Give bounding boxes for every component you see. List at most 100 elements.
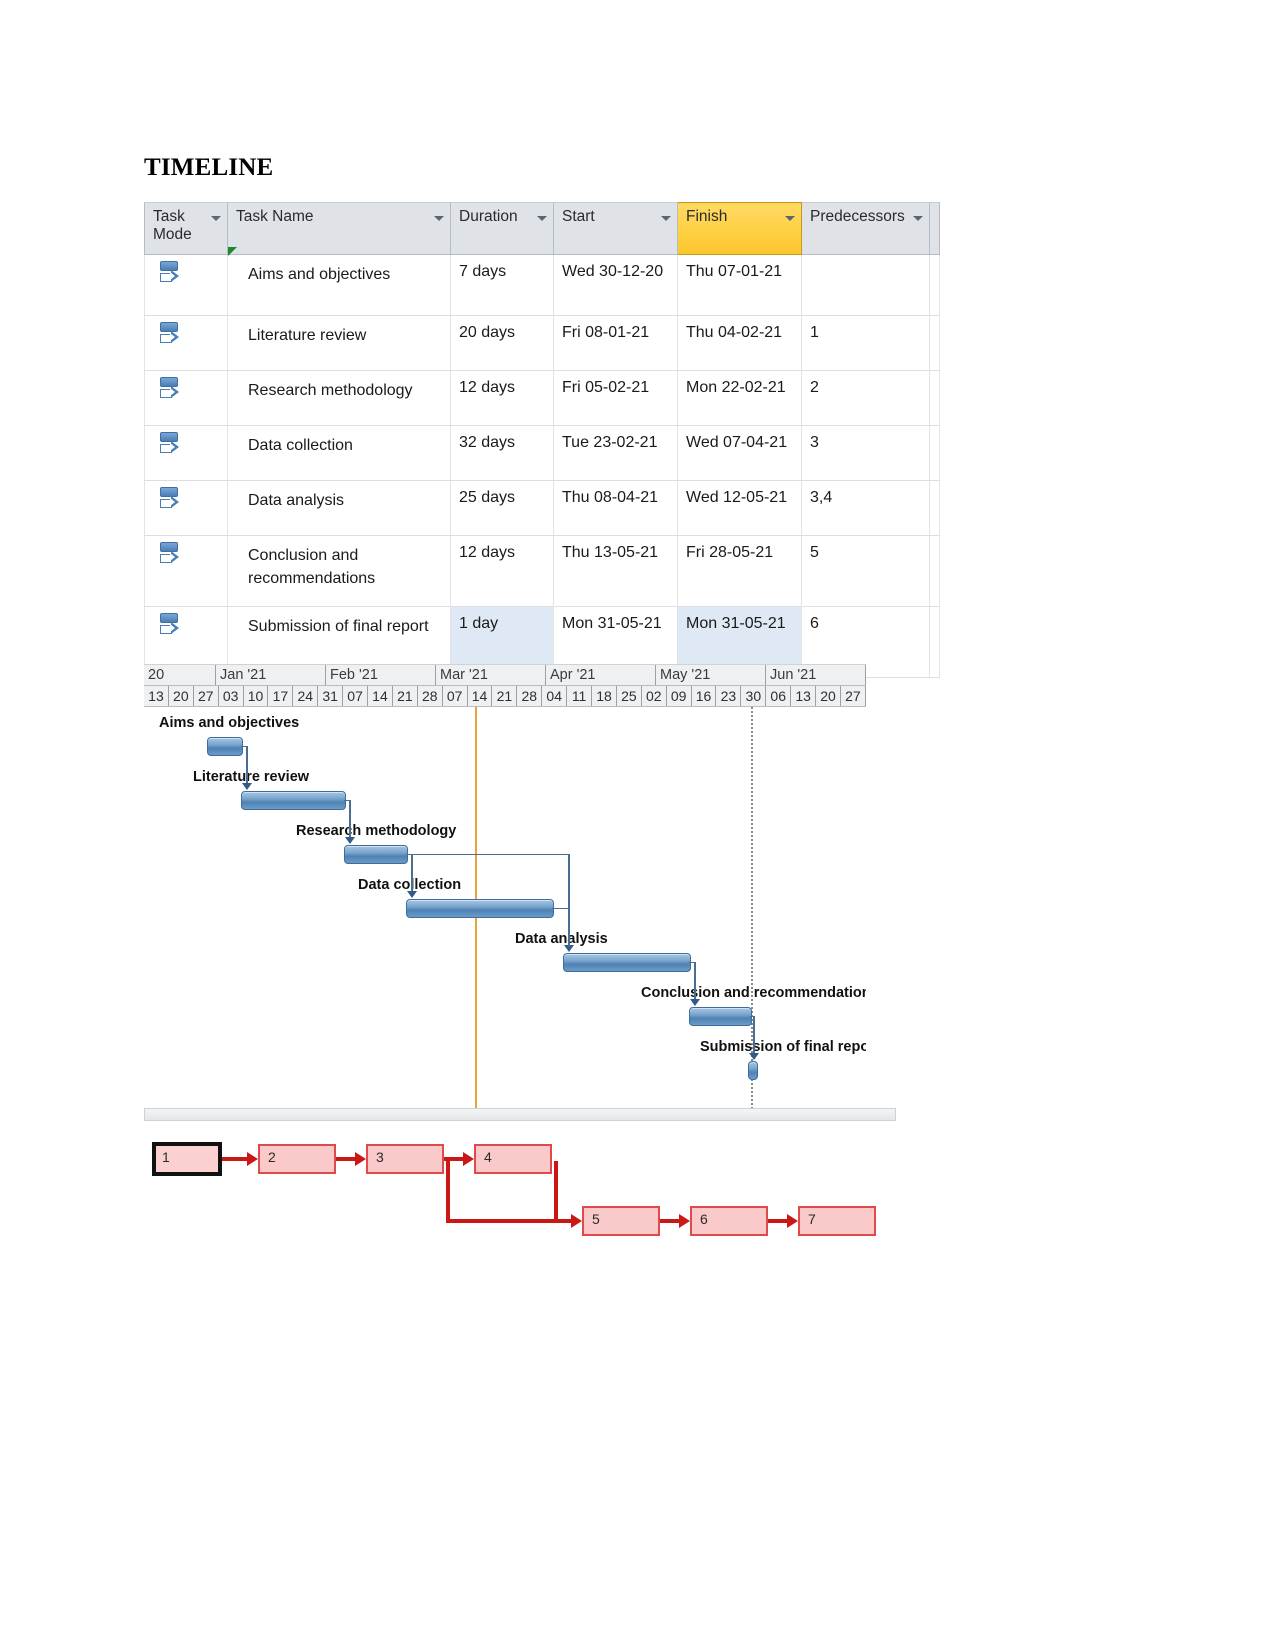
auto-schedule-icon xyxy=(159,377,181,403)
duration-cell[interactable]: 7 days xyxy=(450,254,554,316)
column-header-label: Task Mode xyxy=(153,208,192,243)
auto-schedule-icon xyxy=(159,432,181,458)
start-cell[interactable]: Wed 30-12-20 xyxy=(553,254,678,316)
gantt-bar[interactable] xyxy=(406,899,554,918)
gantt-bar[interactable] xyxy=(241,791,346,810)
task-mode-cell[interactable] xyxy=(144,425,228,481)
gantt-bar[interactable] xyxy=(207,737,243,756)
network-edge-arrow xyxy=(355,1152,366,1166)
timescale-week-27: 20 xyxy=(816,686,841,706)
timescale-week-21: 09 xyxy=(667,686,692,706)
finish-cell[interactable]: Thu 04-02-21 xyxy=(677,315,802,371)
filter-dropdown-icon[interactable] xyxy=(434,216,444,221)
finish-cell[interactable]: Mon 22-02-21 xyxy=(677,370,802,426)
table-row[interactable]: Data analysis 25 days Thu 08-04-21 Wed 1… xyxy=(144,480,940,536)
timescale-week-3: 03 xyxy=(219,686,244,706)
filter-dropdown-icon[interactable] xyxy=(537,216,547,221)
timescale-week-22: 16 xyxy=(692,686,717,706)
network-edge xyxy=(554,1161,558,1219)
finish-cell[interactable]: Thu 07-01-21 xyxy=(677,254,802,316)
gantt-horizontal-scrollbar[interactable] xyxy=(144,1108,896,1121)
task-mode-cell[interactable] xyxy=(144,370,228,426)
task-name-cell[interactable]: Conclusion and recommendations xyxy=(227,535,451,607)
overflow-cell xyxy=(929,425,940,481)
start-cell[interactable]: Fri 08-01-21 xyxy=(553,315,678,371)
task-mode-cell[interactable] xyxy=(144,315,228,371)
predecessors-cell[interactable]: 1 xyxy=(801,315,930,371)
finish-cell[interactable]: Wed 07-04-21 xyxy=(677,425,802,481)
duration-cell[interactable]: 32 days xyxy=(450,425,554,481)
table-row[interactable]: Conclusion and recommendations 12 days T… xyxy=(144,535,940,607)
filter-dropdown-icon[interactable] xyxy=(211,216,221,221)
timescale-week-6: 24 xyxy=(293,686,319,706)
timescale-week-20: 02 xyxy=(642,686,667,706)
table-row[interactable]: Literature review 20 days Fri 08-01-21 T… xyxy=(144,315,940,371)
start-cell[interactable]: Fri 05-02-21 xyxy=(553,370,678,426)
column-header-task-mode[interactable]: Task Mode xyxy=(144,202,228,255)
gantt-bar[interactable] xyxy=(344,845,408,864)
task-name-cell[interactable]: Aims and objectives xyxy=(227,247,451,316)
filter-dropdown-icon[interactable] xyxy=(785,216,795,221)
network-node-4[interactable]: 4 xyxy=(474,1144,552,1174)
predecessors-cell[interactable] xyxy=(801,254,930,316)
table-row[interactable]: Research methodology 12 days Fri 05-02-2… xyxy=(144,370,940,426)
timescale-week-5: 17 xyxy=(268,686,294,706)
finish-cell[interactable]: Fri 28-05-21 xyxy=(677,535,802,607)
timescale-week-0: 13 xyxy=(144,686,169,706)
timescale-week-11: 28 xyxy=(418,686,443,706)
network-node-5[interactable]: 5 xyxy=(582,1206,660,1236)
task-name-cell[interactable]: Literature review xyxy=(227,315,451,371)
timescale-week-8: 07 xyxy=(343,686,369,706)
task-mode-cell[interactable] xyxy=(144,535,228,607)
duration-cell[interactable]: 25 days xyxy=(450,480,554,536)
column-header-overflow xyxy=(929,202,940,255)
table-row[interactable]: Data collection 32 days Tue 23-02-21 Wed… xyxy=(144,425,940,481)
network-edge xyxy=(446,1219,571,1223)
predecessors-cell[interactable]: 3,4 xyxy=(801,480,930,536)
column-header-finish[interactable]: Finish xyxy=(677,202,802,255)
gantt-chart: 20 Jan '21 Feb '21 Mar '21 Apr '21 May '21 Jun… xyxy=(144,664,866,1109)
gantt-bar[interactable] xyxy=(689,1007,752,1026)
auto-schedule-icon xyxy=(159,542,181,568)
gantt-dependency-link xyxy=(753,1015,755,1055)
network-node-6[interactable]: 6 xyxy=(690,1206,768,1236)
overflow-cell xyxy=(929,370,940,426)
column-header-task-name[interactable]: Task Name xyxy=(227,202,451,255)
start-cell[interactable]: Thu 08-04-21 xyxy=(553,480,678,536)
start-cell[interactable]: Tue 23-02-21 xyxy=(553,425,678,481)
timescale-week-9: 14 xyxy=(368,686,393,706)
task-name-cell[interactable]: Data analysis xyxy=(227,480,451,536)
column-header-predecessors[interactable]: Predecessors xyxy=(801,202,930,255)
table-row[interactable]: Aims and objectives 7 days Wed 30-12-20 … xyxy=(144,247,940,316)
task-mode-cell[interactable] xyxy=(144,254,228,316)
gantt-dependency-link xyxy=(406,853,568,856)
start-cell[interactable]: Thu 13-05-21 xyxy=(553,535,678,607)
predecessors-cell[interactable]: 2 xyxy=(801,370,930,426)
network-node-7[interactable]: 7 xyxy=(798,1206,876,1236)
network-node-1[interactable]: 1 xyxy=(152,1142,222,1176)
predecessors-cell[interactable]: 3 xyxy=(801,425,930,481)
timescale-week-15: 28 xyxy=(517,686,543,706)
timescale-month-3: Mar '21 xyxy=(436,665,546,685)
duration-cell[interactable]: 20 days xyxy=(450,315,554,371)
auto-schedule-icon xyxy=(159,322,181,348)
column-header-start[interactable]: Start xyxy=(553,202,678,255)
filter-dropdown-icon[interactable] xyxy=(661,216,671,221)
task-name-cell[interactable]: Data collection xyxy=(227,425,451,481)
timescale-month-2: Feb '21 xyxy=(326,665,436,685)
network-node-3[interactable]: 3 xyxy=(366,1144,444,1174)
task-name-cell[interactable]: Research methodology xyxy=(227,370,451,426)
gantt-bar[interactable] xyxy=(563,953,691,972)
filter-dropdown-icon[interactable] xyxy=(913,216,923,221)
gantt-bar[interactable] xyxy=(748,1061,758,1080)
timescale-month-1: Jan '21 xyxy=(216,665,326,685)
duration-cell[interactable]: 12 days xyxy=(450,535,554,607)
network-node-2[interactable]: 2 xyxy=(258,1144,336,1174)
duration-cell[interactable]: 12 days xyxy=(450,370,554,426)
column-header-duration[interactable]: Duration xyxy=(450,202,554,255)
finish-cell[interactable]: Wed 12-05-21 xyxy=(677,480,802,536)
network-edge-arrow xyxy=(247,1152,258,1166)
gantt-dependency-link xyxy=(568,853,570,947)
predecessors-cell[interactable]: 5 xyxy=(801,535,930,607)
task-mode-cell[interactable] xyxy=(144,480,228,536)
